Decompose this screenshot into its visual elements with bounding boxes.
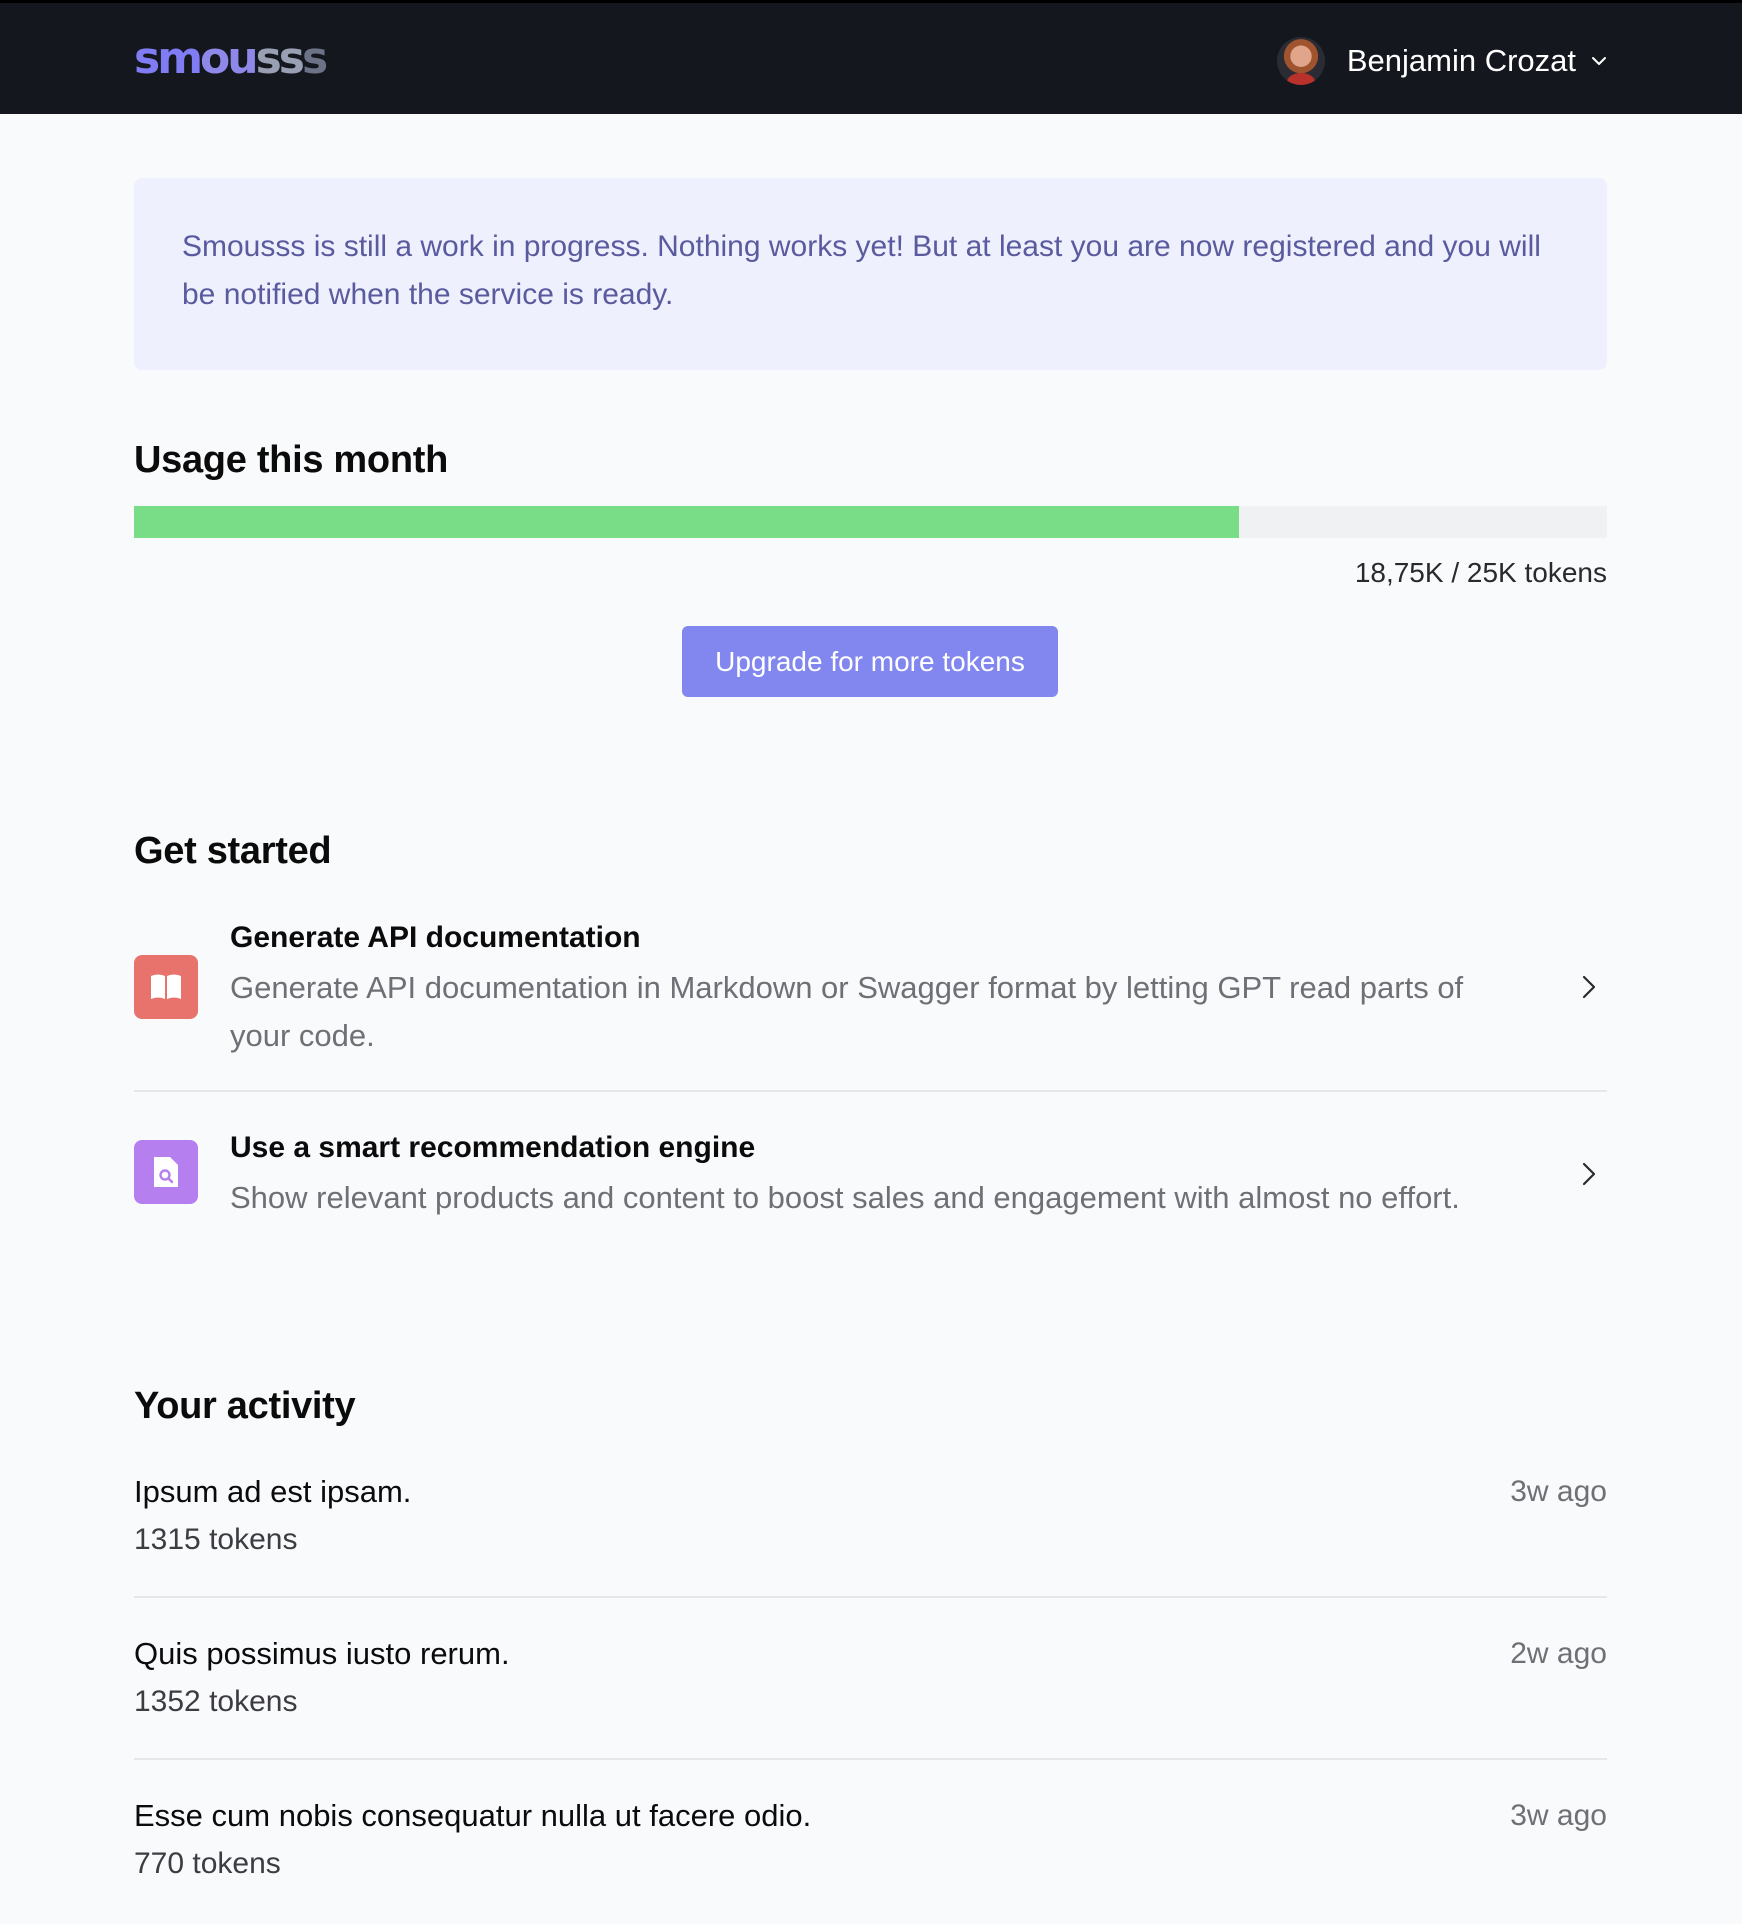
activity-title: Esse cum nobis consequatur nulla ut face… [134,1798,812,1833]
avatar [1276,37,1325,85]
divider [134,1758,1607,1760]
get-started-heading: Get started [134,830,332,872]
activity-row[interactable]: Quis possimus iusto rerum. 1352 tokens 2… [134,1632,1607,1762]
document-search-icon [134,1140,198,1204]
activity-row[interactable]: Ipsum ad est ipsam. 1315 tokens 3w ago [134,1470,1607,1600]
activity-time: 3w ago [1510,1475,1607,1508]
activity-tokens: 1352 tokens [134,1685,298,1718]
activity-time: 3w ago [1510,1799,1607,1832]
logo-part-3: ss [255,33,305,84]
usage-progress-fill [134,506,1239,538]
get-started-item-title: Use a smart recommendation engine [230,1131,756,1164]
chevron-down-icon [1592,57,1606,65]
smousss-logo[interactable]: smousss [134,31,328,87]
logo-part-4: s [302,33,328,84]
user-menu[interactable]: Benjamin Crozat [1276,35,1608,87]
activity-title: Ipsum ad est ipsam. [134,1474,412,1509]
activity-time: 2w ago [1510,1637,1607,1670]
activity-tokens: 770 tokens [134,1847,281,1880]
activity-row[interactable]: Esse cum nobis consequatur nulla ut face… [134,1794,1607,1924]
divider [134,1090,1607,1092]
work-in-progress-notice: Smousss is still a work in progress. Not… [134,178,1607,370]
get-started-item-api-docs[interactable]: Generate API documentation Generate API … [134,916,1607,1064]
activity-title: Quis possimus iusto rerum. [134,1636,510,1671]
chevron-right-icon [1582,975,1596,999]
book-icon [134,955,198,1019]
get-started-item-description: Show relevant products and content to bo… [230,1180,1460,1215]
usage-count: 18,75K / 25K tokens [1354,557,1607,588]
get-started-item-description: Generate API documentation in Markdown o… [230,970,1464,1053]
chevron-right-icon [1582,1162,1596,1186]
get-started-item-title: Generate API documentation [230,921,641,954]
usage-heading: Usage this month [134,439,449,481]
usage-progress-bar [134,506,1607,538]
divider [134,1596,1607,1598]
get-started-item-recommendation-engine[interactable]: Use a smart recommendation engine Show r… [134,1126,1607,1226]
activity-tokens: 1315 tokens [134,1523,298,1556]
notice-text: Smousss is still a work in progress. Not… [182,230,1541,311]
activity-heading: Your activity [134,1385,356,1427]
top-navigation-bar: smousss Benjamin Crozat [0,0,1742,114]
user-name: Benjamin Crozat [1346,43,1576,78]
logo-part-2: ou [200,33,259,84]
upgrade-button[interactable]: Upgrade for more tokens [682,626,1058,697]
logo-part-1: sm [134,33,203,84]
